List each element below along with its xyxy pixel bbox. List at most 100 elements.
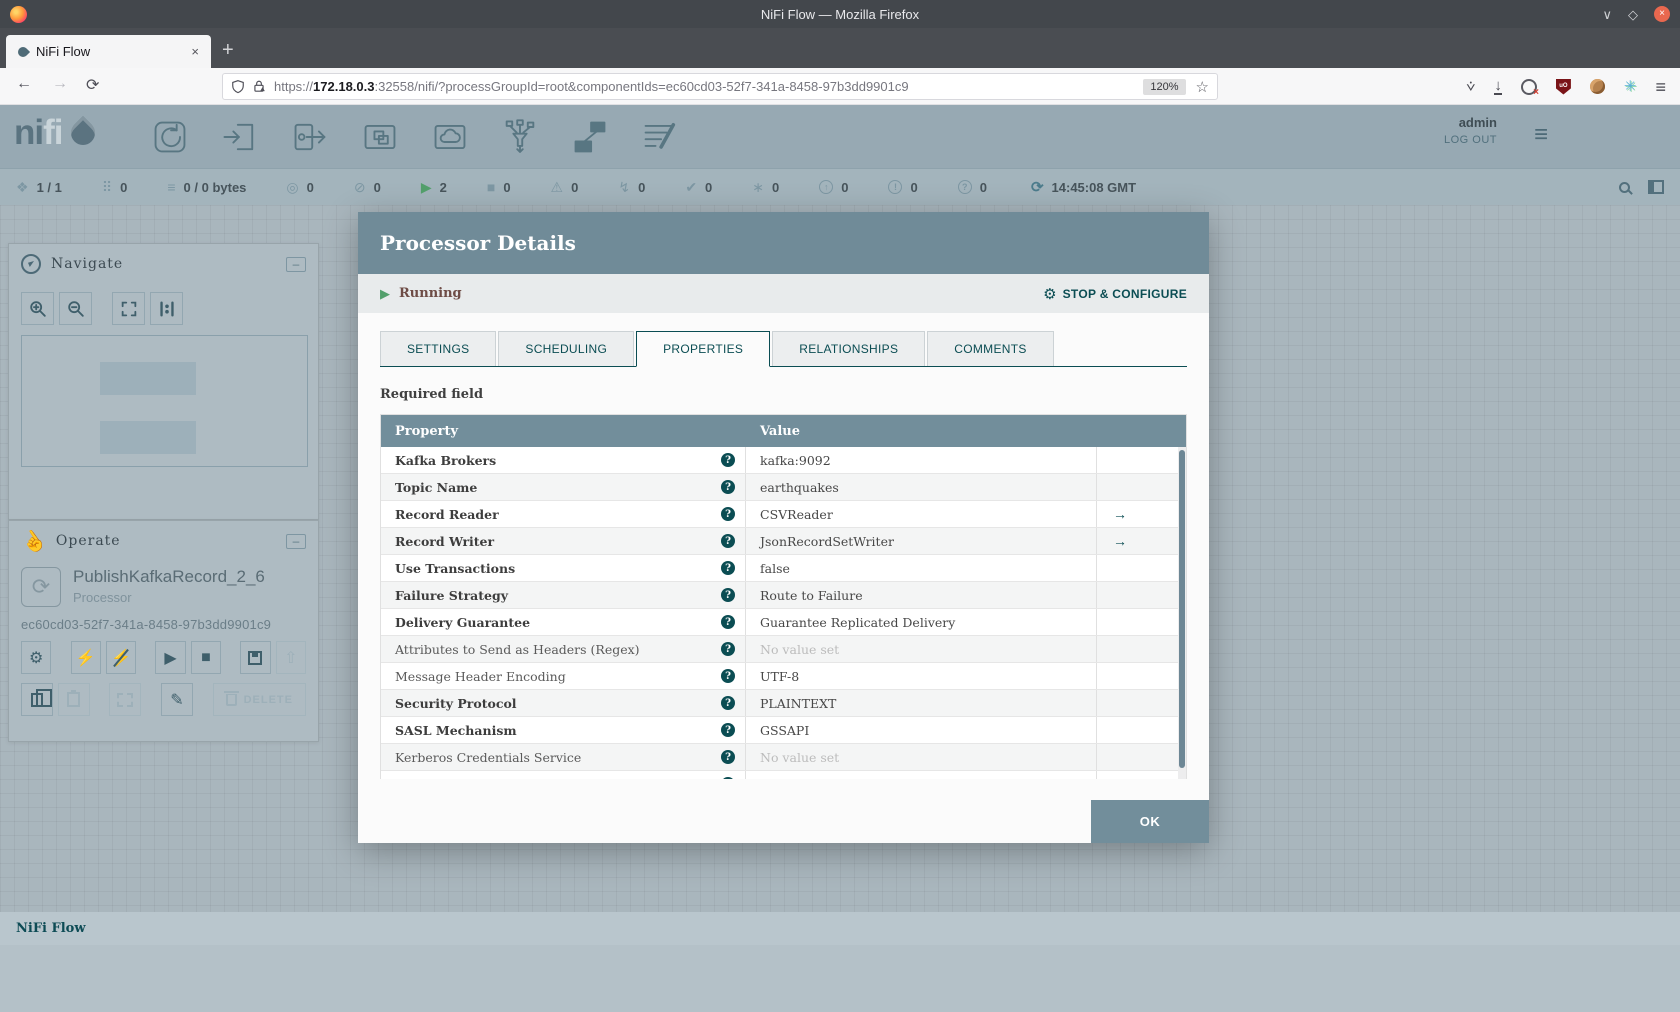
- nifi-global-menu-icon[interactable]: ≡: [1534, 121, 1548, 149]
- refresh-icon[interactable]: ⟳: [1031, 178, 1044, 196]
- zoom-fit-button[interactable]: [112, 292, 145, 325]
- disable-button[interactable]: ⚡: [105, 641, 137, 674]
- browser-menu-button[interactable]: ≡: [1655, 78, 1666, 96]
- statusbar-count: 0: [705, 179, 713, 195]
- help-icon[interactable]: ?: [721, 534, 735, 548]
- tab-relationships[interactable]: RELATIONSHIPS: [772, 331, 926, 366]
- enable-button[interactable]: ⚡: [70, 641, 101, 674]
- statusbar-count: 0: [503, 179, 511, 195]
- paste-button[interactable]: [57, 683, 90, 716]
- tab-properties[interactable]: PROPERTIES: [636, 331, 771, 367]
- create-template-button[interactable]: [240, 641, 271, 674]
- help-icon[interactable]: ?: [721, 669, 735, 683]
- input-port-icon[interactable]: [220, 117, 260, 157]
- search-icon[interactable]: [1619, 181, 1630, 193]
- nifi-logo: ni fi: [14, 113, 100, 153]
- help-icon[interactable]: ?: [721, 453, 735, 467]
- label-icon[interactable]: [640, 117, 680, 157]
- help-icon[interactable]: ?: [721, 561, 735, 575]
- help-icon[interactable]: ?: [721, 615, 735, 629]
- adblock-icon[interactable]: uO: [1555, 78, 1571, 95]
- lock-icon[interactable]: [252, 79, 266, 94]
- nifi-statusbar: ❖ 1 / 1 ⠿ 0 ≡ 0 / 0 bytes ◎ 0 ⊘ 0 ▶ 2 ■ 0 ⚠ 0 ↯ 0 ✔ 0 ∗ 0 ↑ 0! 0…: [0, 168, 1680, 205]
- breadcrumb[interactable]: NiFi Flow: [0, 912, 1680, 945]
- upload-template-button[interactable]: ⇧: [275, 641, 306, 674]
- bookmark-star-icon[interactable]: ☆: [1196, 78, 1209, 96]
- statusbar-item: ▶ 2: [421, 180, 447, 195]
- help-icon[interactable]: ?: [721, 696, 735, 710]
- stop-button[interactable]: ■: [190, 641, 222, 674]
- help-icon[interactable]: ?: [721, 642, 735, 656]
- reload-button[interactable]: ⟳: [86, 75, 99, 95]
- funnel-icon[interactable]: [500, 117, 540, 157]
- goto-service-icon[interactable]: →: [1097, 533, 1127, 549]
- statusbar-item: ! 0: [888, 180, 918, 195]
- cluster-icon: ❖: [16, 179, 29, 195]
- minimap[interactable]: [21, 335, 308, 467]
- statusbar-count: 0: [638, 179, 646, 195]
- copy-button[interactable]: [21, 683, 53, 716]
- goto-service-icon[interactable]: →: [1097, 506, 1127, 522]
- zoom-level-badge[interactable]: 120%: [1143, 78, 1186, 95]
- statusbar-count: 0: [373, 179, 381, 195]
- help-icon[interactable]: ?: [721, 750, 735, 764]
- stop-configure-label: STOP & CONFIGURE: [1062, 286, 1187, 301]
- help-icon[interactable]: ?: [721, 723, 735, 737]
- table-row: Kafka Brokers? kafka:9092: [381, 447, 1186, 474]
- account-icon[interactable]: [1520, 78, 1539, 98]
- help-icon[interactable]: ?: [721, 507, 735, 521]
- zoom-in-button[interactable]: [21, 292, 54, 325]
- start-button[interactable]: ▶: [155, 641, 186, 674]
- ok-button[interactable]: OK: [1091, 800, 1209, 843]
- download-icon[interactable]: ↓: [1494, 78, 1502, 95]
- template-icon[interactable]: [570, 117, 610, 157]
- tab-comments[interactable]: COMMENTS: [927, 331, 1054, 366]
- navigate-collapse-button[interactable]: –: [286, 256, 306, 272]
- window-titlebar: NiFi Flow — Mozilla Firefox ∨ ◇ ×: [0, 0, 1680, 28]
- running-icon: ▶: [420, 179, 432, 195]
- shield-icon[interactable]: [231, 79, 245, 94]
- back-button[interactable]: ←: [16, 75, 32, 93]
- forward-button[interactable]: →: [52, 75, 68, 93]
- help-icon[interactable]: ?: [721, 777, 735, 779]
- url-text[interactable]: https://172.18.0.3:32558/nifi/?processGr…: [274, 79, 1143, 94]
- remote-process-group-icon[interactable]: [430, 117, 470, 157]
- tab-scheduling[interactable]: SCHEDULING: [498, 331, 635, 366]
- refresh-block[interactable]: ⟳ 14:45:08 GMT: [1031, 178, 1136, 196]
- table-row: Record Reader? CSVReader →: [381, 501, 1186, 528]
- scrollbar-thumb[interactable]: [1179, 450, 1185, 768]
- statusbar-item: ◎ 0: [286, 180, 313, 195]
- breadcrumb-label[interactable]: NiFi Flow: [16, 921, 86, 936]
- group-button[interactable]: [109, 683, 142, 716]
- color-button[interactable]: ✎: [161, 683, 193, 716]
- zoom-out-button[interactable]: [59, 292, 92, 325]
- operate-collapse-button[interactable]: –: [286, 533, 306, 549]
- process-group-icon[interactable]: [360, 117, 400, 157]
- close-button[interactable]: ×: [1654, 6, 1670, 22]
- help-icon[interactable]: ?: [721, 588, 735, 602]
- sidebar-toggle-icon[interactable]: [1648, 180, 1664, 194]
- tab-settings[interactable]: SETTINGS: [380, 331, 497, 366]
- property-value: No value set: [760, 749, 840, 765]
- new-tab-button[interactable]: +: [222, 40, 234, 60]
- output-port-icon[interactable]: [290, 117, 330, 157]
- scrollbar[interactable]: [1178, 447, 1186, 779]
- browser-tab[interactable]: NiFi Flow ×: [6, 35, 211, 68]
- cookie-extension-icon[interactable]: [1589, 79, 1605, 94]
- dialog-status-row: ▶ Running ⚙ STOP & CONFIGURE: [358, 274, 1209, 313]
- url-host: 172.18.0.3: [313, 79, 375, 94]
- minimize-icon[interactable]: ∨: [1602, 8, 1612, 21]
- stop-configure-button[interactable]: ⚙ STOP & CONFIGURE: [1043, 285, 1187, 303]
- url-bar[interactable]: https://172.18.0.3:32558/nifi/?processGr…: [222, 73, 1218, 100]
- configuration-button[interactable]: ⚙: [21, 641, 52, 674]
- logout-link[interactable]: LOG OUT: [1444, 134, 1497, 146]
- table-header: Property Value: [381, 415, 1186, 447]
- tab-close-icon[interactable]: ×: [187, 44, 203, 59]
- delete-button[interactable]: DELETE: [212, 683, 306, 716]
- pocket-icon[interactable]: ⩒: [1466, 79, 1475, 94]
- extension-icon[interactable]: ✳: [1624, 79, 1637, 94]
- processor-icon[interactable]: [150, 117, 190, 157]
- help-icon[interactable]: ?: [721, 480, 735, 494]
- maximize-icon[interactable]: ◇: [1628, 8, 1638, 21]
- zoom-actual-button[interactable]: [150, 292, 183, 325]
